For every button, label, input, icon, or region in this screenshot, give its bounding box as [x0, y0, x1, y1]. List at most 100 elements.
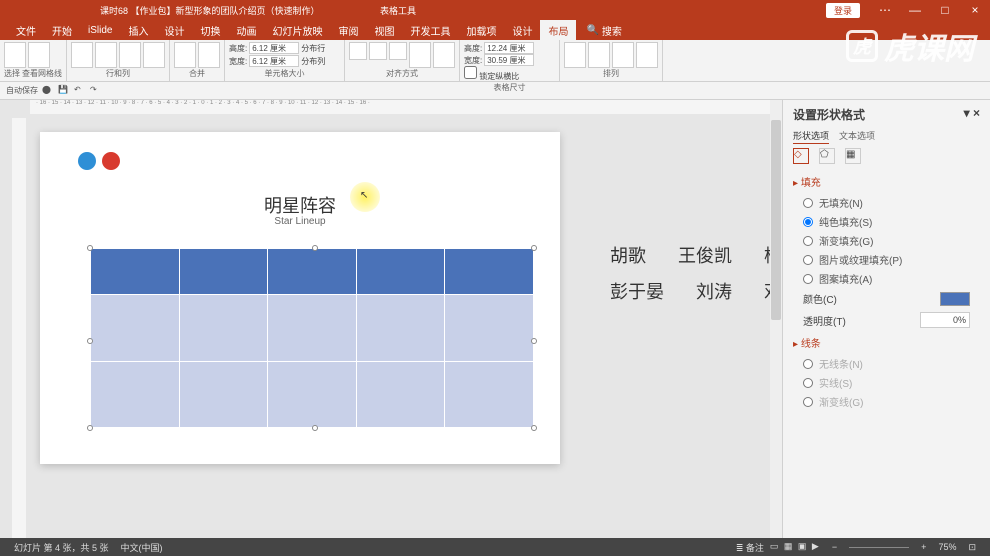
maximize-button[interactable]: □: [930, 3, 960, 17]
menu-animations[interactable]: 动画: [228, 20, 264, 40]
selection-handle[interactable]: [87, 338, 93, 344]
slide[interactable]: 明星阵容 Star Lineup ↖: [40, 132, 560, 464]
lock-ratio-checkbox[interactable]: [464, 66, 477, 79]
redo-icon[interactable]: ↷: [90, 85, 102, 97]
section-line[interactable]: ▸ 线条: [783, 331, 990, 354]
menu-islide[interactable]: iSlide: [80, 20, 120, 40]
tab-shape-options[interactable]: 形状选项: [793, 131, 829, 144]
selection-handle[interactable]: [531, 245, 537, 251]
ribbon-group-arrange: 排列: [560, 40, 663, 81]
slide-subtitle[interactable]: Star Lineup: [40, 216, 560, 227]
size-props-icon[interactable]: ▦: [845, 148, 861, 164]
canvas[interactable]: 明星阵容 Star Lineup ↖ 胡歌王俊凯杨: [30, 118, 782, 538]
search-box[interactable]: 🔍 搜索: [586, 23, 621, 38]
insert-below-icon[interactable]: [95, 42, 117, 68]
language-indicator[interactable]: 中文(中国): [121, 541, 163, 554]
menu-table-design[interactable]: 设计: [504, 20, 540, 40]
text-direction-icon[interactable]: [409, 42, 431, 68]
close-button[interactable]: ×: [960, 3, 990, 17]
table-height-input[interactable]: 12.24 厘米: [484, 42, 534, 54]
cell-width-input[interactable]: 6.12 厘米: [249, 55, 299, 67]
menu-transitions[interactable]: 切换: [192, 20, 228, 40]
selection-handle[interactable]: [312, 245, 318, 251]
sorter-view-icon[interactable]: ▦: [784, 541, 798, 553]
align-right-icon[interactable]: [389, 42, 407, 60]
radio-picture-fill[interactable]: [803, 255, 813, 265]
zoom-slider[interactable]: [849, 547, 909, 548]
section-fill[interactable]: ▸ 填充: [783, 170, 990, 193]
send-backward-icon[interactable]: [588, 42, 610, 68]
zoom-out-icon[interactable]: −: [832, 542, 837, 552]
decoration-dot-blue: [78, 152, 96, 170]
pane-dropdown-icon[interactable]: ▾: [964, 106, 970, 120]
pane-close-icon[interactable]: ×: [973, 106, 980, 120]
selection-handle[interactable]: [87, 245, 93, 251]
selection-handle[interactable]: [531, 425, 537, 431]
align-left-icon[interactable]: [349, 42, 367, 60]
radio-solid-fill[interactable]: [803, 217, 813, 227]
autosave-label: 自动保存: [6, 85, 38, 96]
slideshow-view-icon[interactable]: ▶: [812, 541, 826, 553]
select-icon[interactable]: [4, 42, 26, 68]
menu-design[interactable]: 设计: [156, 20, 192, 40]
selection-pane-icon[interactable]: [612, 42, 634, 68]
insert-right-icon[interactable]: [143, 42, 165, 68]
login-button[interactable]: 登录: [826, 3, 860, 18]
radio-pattern-fill[interactable]: [803, 274, 813, 284]
radio-no-line[interactable]: [803, 359, 813, 369]
radio-solid-line[interactable]: [803, 378, 813, 388]
normal-view-icon[interactable]: ▭: [770, 541, 784, 553]
title-bar: 课时68 【作业包】新型形象的团队介绍页（快速制作） 表格工具 登录 ⋯ — □…: [0, 0, 990, 20]
gridlines-icon[interactable]: [28, 42, 50, 68]
minimize-button[interactable]: —: [900, 3, 930, 17]
insert-left-icon[interactable]: [119, 42, 141, 68]
insert-above-icon[interactable]: [71, 42, 93, 68]
radio-no-fill[interactable]: [803, 198, 813, 208]
cell-margins-icon[interactable]: [433, 42, 455, 68]
radio-gradient-line[interactable]: [803, 397, 813, 407]
menu-addins[interactable]: 加载项: [458, 20, 504, 40]
align-icon[interactable]: [636, 42, 658, 68]
search-icon: 🔍: [586, 25, 598, 36]
bring-forward-icon[interactable]: [564, 42, 586, 68]
slide-table[interactable]: [90, 248, 534, 428]
fill-line-icon[interactable]: ◇: [793, 148, 809, 164]
align-center-icon[interactable]: [369, 42, 387, 60]
ribbon-group-alignment: 对齐方式: [345, 40, 460, 81]
selection-handle[interactable]: [312, 425, 318, 431]
menu-bar: 文件 开始 iSlide 插入 设计 切换 动画 幻灯片放映 审阅 视图 开发工…: [0, 20, 990, 40]
cell-height-input[interactable]: 6.12 厘米: [249, 42, 299, 54]
slide-counter[interactable]: 幻灯片 第 4 张，共 5 张: [14, 541, 109, 554]
options-button[interactable]: ⋯: [870, 3, 900, 17]
tab-text-options[interactable]: 文本选项: [839, 131, 875, 141]
menu-insert[interactable]: 插入: [120, 20, 156, 40]
transparency-input[interactable]: 0%: [920, 312, 970, 328]
selection-handle[interactable]: [87, 425, 93, 431]
reading-view-icon[interactable]: ▣: [798, 541, 812, 553]
zoom-level[interactable]: 75%: [938, 542, 956, 552]
selection-handle[interactable]: [531, 338, 537, 344]
undo-icon[interactable]: ↶: [74, 85, 86, 97]
slide-title[interactable]: 明星阵容: [40, 192, 560, 218]
menu-slideshow[interactable]: 幻灯片放映: [264, 20, 330, 40]
effects-icon[interactable]: ⬠: [819, 148, 835, 164]
save-icon[interactable]: 💾: [58, 85, 70, 97]
zoom-in-icon[interactable]: +: [921, 542, 926, 552]
menu-table-layout[interactable]: 布局: [540, 20, 576, 40]
fit-to-window-icon[interactable]: ⊡: [968, 542, 976, 553]
merge-cells-icon[interactable]: [174, 42, 196, 68]
vertical-scrollbar[interactable]: [770, 100, 782, 538]
fill-color-picker[interactable]: [940, 292, 970, 306]
watermark-text: 虎课网: [884, 24, 974, 68]
menu-devtools[interactable]: 开发工具: [402, 20, 458, 40]
menu-file[interactable]: 文件: [8, 20, 44, 40]
notes-button[interactable]: ≣ 备注: [736, 541, 764, 554]
radio-gradient-fill[interactable]: [803, 236, 813, 246]
table-width-input[interactable]: 30.59 厘米: [484, 54, 534, 66]
menu-review[interactable]: 审阅: [330, 20, 366, 40]
menu-view[interactable]: 视图: [366, 20, 402, 40]
menu-home[interactable]: 开始: [44, 20, 80, 40]
split-cells-icon[interactable]: [198, 42, 220, 68]
autosave-toggle[interactable]: ⬤: [42, 85, 54, 97]
scrollbar-thumb[interactable]: [771, 120, 781, 320]
